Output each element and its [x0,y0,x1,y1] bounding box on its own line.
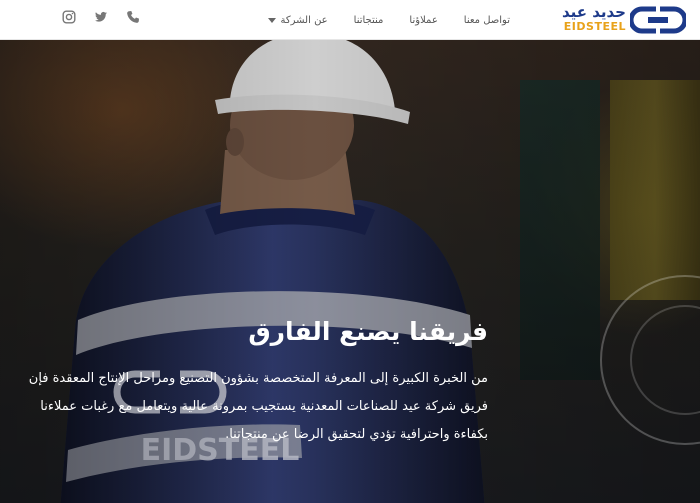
social-links [62,10,140,24]
hero-title: فريقنا يصنع الفارق [248,317,488,346]
nav-item-about[interactable]: عن الشركة [267,14,328,26]
twitter-icon[interactable] [94,10,108,24]
chevron-down-icon [267,17,276,23]
site-header: حديد عيد EIDSTEEL عن الشركة منتجاتنا عمل… [0,0,700,40]
hero-section: EIDSTEEL فريقنا يصنع الفارق من الخبرة ال… [0,40,700,503]
hero-paragraph: من الخبرة الكبيرة إلى المعرفة المتخصصة ب… [28,371,488,442]
logo-mark-icon [630,6,686,34]
nav-item-clients-label: عملاؤنا [409,14,438,26]
logo-arabic-text: حديد عيد [561,3,626,21]
nav-item-contact[interactable]: تواصل معنا [464,15,510,26]
phone-icon[interactable] [126,10,140,24]
nav-item-contact-label: تواصل معنا [463,14,510,26]
main-nav: عن الشركة منتجاتنا عملاؤنا تواصل معنا [267,0,510,40]
instagram-icon[interactable] [62,10,76,24]
nav-item-about-label: عن الشركة [280,14,328,26]
nav-item-clients[interactable]: عملاؤنا [409,15,437,26]
nav-item-products-label: منتجاتنا [353,14,384,26]
nav-item-products[interactable]: منتجاتنا [354,15,384,26]
company-logo[interactable]: حديد عيد EIDSTEEL [556,4,686,36]
logo-english-text: EIDSTEEL [563,20,626,33]
